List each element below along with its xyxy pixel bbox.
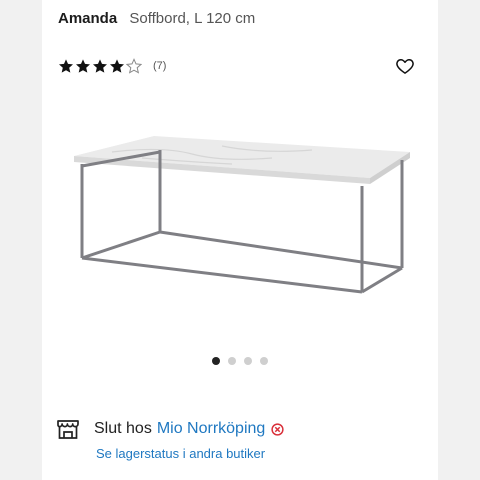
carousel-dot[interactable] bbox=[260, 357, 268, 365]
star-filled-icon bbox=[76, 59, 90, 73]
star-filled-icon bbox=[110, 59, 124, 73]
product-image[interactable] bbox=[72, 128, 412, 308]
carousel-dot[interactable] bbox=[244, 357, 252, 365]
store-icon bbox=[57, 420, 79, 439]
out-of-stock-icon bbox=[271, 422, 284, 436]
stock-status-text: Slut hos bbox=[94, 420, 152, 437]
other-stores-link[interactable]: Se lagerstatus i andra butiker bbox=[96, 446, 265, 461]
store-stock-row: Slut hos Mio Norrköping bbox=[56, 418, 284, 440]
rating[interactable]: (7) bbox=[58, 56, 166, 76]
product-title: Amanda Soffbord, L 120 cm bbox=[58, 10, 255, 27]
store-name-link[interactable]: Mio Norrköping bbox=[157, 420, 265, 438]
star-filled-icon bbox=[59, 59, 73, 73]
carousel-dots bbox=[42, 357, 438, 365]
product-card: Amanda Soffbord, L 120 cm (7) Slut hos M… bbox=[42, 0, 438, 480]
star-filled-icon bbox=[93, 59, 107, 73]
carousel-dot[interactable] bbox=[212, 357, 220, 365]
product-subtitle: Soffbord, L 120 cm bbox=[129, 10, 256, 27]
rating-count: (7) bbox=[153, 60, 167, 72]
product-brand: Amanda bbox=[58, 10, 118, 27]
star-empty-icon bbox=[126, 58, 142, 74]
carousel-dot[interactable] bbox=[228, 357, 236, 365]
heart-outline-icon[interactable] bbox=[395, 56, 415, 76]
